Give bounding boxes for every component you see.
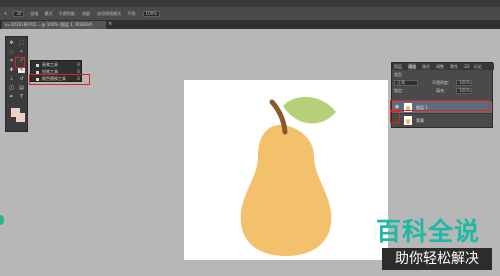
type-tool-icon[interactable]: T bbox=[18, 94, 25, 100]
opacity-label: 不透明度: bbox=[432, 80, 450, 85]
history-brush-tool-icon[interactable]: ↺ bbox=[18, 76, 25, 82]
document-canvas[interactable] bbox=[184, 80, 388, 260]
opacity-field[interactable]: 100% bbox=[456, 80, 472, 86]
tab-3d[interactable]: 3D bbox=[464, 63, 470, 70]
tab-properties[interactable]: 属性 bbox=[450, 63, 458, 70]
layer-name: 背景 bbox=[416, 118, 424, 123]
layer-row-background[interactable]: 背景 bbox=[392, 113, 492, 126]
flyout-hotkey: B bbox=[77, 62, 80, 67]
quick-select-tool-icon[interactable]: ✧ bbox=[18, 49, 25, 55]
crop-tool-icon[interactable]: ⌗ bbox=[8, 58, 15, 64]
background-visibility-highlight bbox=[390, 111, 400, 123]
flyout-bullet-icon bbox=[36, 63, 39, 67]
tool-options-bar: ✎ 30 画笔 模式 不透明度: 流量: 启用喷枪模式 平滑: 100% bbox=[0, 7, 500, 20]
gradient-tool-icon[interactable]: ▤ bbox=[18, 85, 25, 91]
tab-history[interactable]: 历史 bbox=[474, 63, 482, 70]
brush-tool-highlight bbox=[15, 57, 25, 68]
healing-tool-icon[interactable]: ✚ bbox=[8, 67, 15, 73]
menu-bar bbox=[0, 0, 500, 7]
move-tool-icon[interactable]: ✥ bbox=[8, 40, 15, 46]
airbrush-toggle[interactable]: 启用喷枪模式 bbox=[97, 11, 121, 16]
watermark-title: 百科全说 bbox=[376, 217, 481, 246]
layer-filter-label[interactable]: 类型 bbox=[394, 72, 402, 78]
watermark-logo: 百科全说 助你轻松解决 bbox=[362, 212, 500, 276]
layers-panel: 图层 通道 路径 调整 属性 3D 历史 类型 正常 不透明度: 100% 锁定… bbox=[391, 62, 494, 128]
options-item-smoothing[interactable]: 平滑: bbox=[127, 11, 136, 16]
blend-mode-select[interactable]: 正常 bbox=[394, 80, 418, 86]
flyout-item-brush[interactable]: 画笔工具 B bbox=[31, 61, 83, 68]
flyout-item-highlight bbox=[29, 74, 90, 85]
lasso-tool-icon[interactable]: ◌ bbox=[8, 49, 15, 55]
marquee-tool-icon[interactable]: ⬚ bbox=[18, 40, 25, 46]
layers-panel-tabs: 图层 通道 路径 调整 属性 3D 历史 bbox=[392, 63, 494, 70]
pear-body bbox=[240, 125, 332, 256]
tools-panel: ✥ ⬚ ◌ ✧ ⌗ ⁄ ✚ ✎ ⊥ ↺ ◫ ▤ ✒ T bbox=[5, 36, 28, 132]
eraser-tool-icon[interactable]: ◫ bbox=[8, 85, 15, 91]
background-color-swatch[interactable] bbox=[16, 113, 25, 122]
layer-thumbnail bbox=[404, 116, 412, 125]
pear-leaf bbox=[283, 96, 336, 124]
smoothing-field[interactable]: 100% bbox=[142, 10, 160, 17]
tab-adjustments[interactable]: 调整 bbox=[436, 63, 444, 70]
options-item-mode[interactable]: 模式 bbox=[44, 11, 52, 16]
options-item-flow[interactable]: 流量: bbox=[82, 11, 91, 16]
options-item-opacity[interactable]: 不透明度: bbox=[58, 11, 75, 16]
brush-size-field[interactable]: 30 bbox=[13, 10, 25, 17]
flyout-item-label: 画笔工具 bbox=[42, 62, 58, 67]
clone-stamp-tool-icon[interactable]: ⊥ bbox=[8, 76, 15, 82]
tab-channels[interactable]: 通道 bbox=[408, 63, 416, 70]
document-tab-strip: u=3026189701... @ 100% (图层 1, RGB/8#) × bbox=[0, 20, 500, 29]
pear-illustration bbox=[240, 96, 336, 256]
tab-paths[interactable]: 路径 bbox=[422, 63, 430, 70]
brush-preset-icon[interactable]: ✎ bbox=[4, 11, 7, 16]
watermark-subtitle: 助你轻松解决 bbox=[382, 248, 492, 270]
fill-field[interactable]: 100% bbox=[456, 88, 472, 94]
options-item-brush[interactable]: 画笔 bbox=[30, 11, 38, 16]
tab-layers[interactable]: 图层 bbox=[394, 63, 402, 70]
floating-widget-icon[interactable] bbox=[0, 215, 4, 225]
lock-label: 锁定: bbox=[394, 88, 404, 93]
close-tab-icon[interactable]: × bbox=[108, 21, 112, 28]
fill-label: 填充: bbox=[436, 88, 446, 93]
layer1-highlight bbox=[390, 100, 490, 111]
pen-tool-icon[interactable]: ✒ bbox=[8, 94, 15, 100]
document-tab[interactable]: u=3026189701... @ 100% (图层 1, RGB/8#) bbox=[2, 21, 106, 29]
